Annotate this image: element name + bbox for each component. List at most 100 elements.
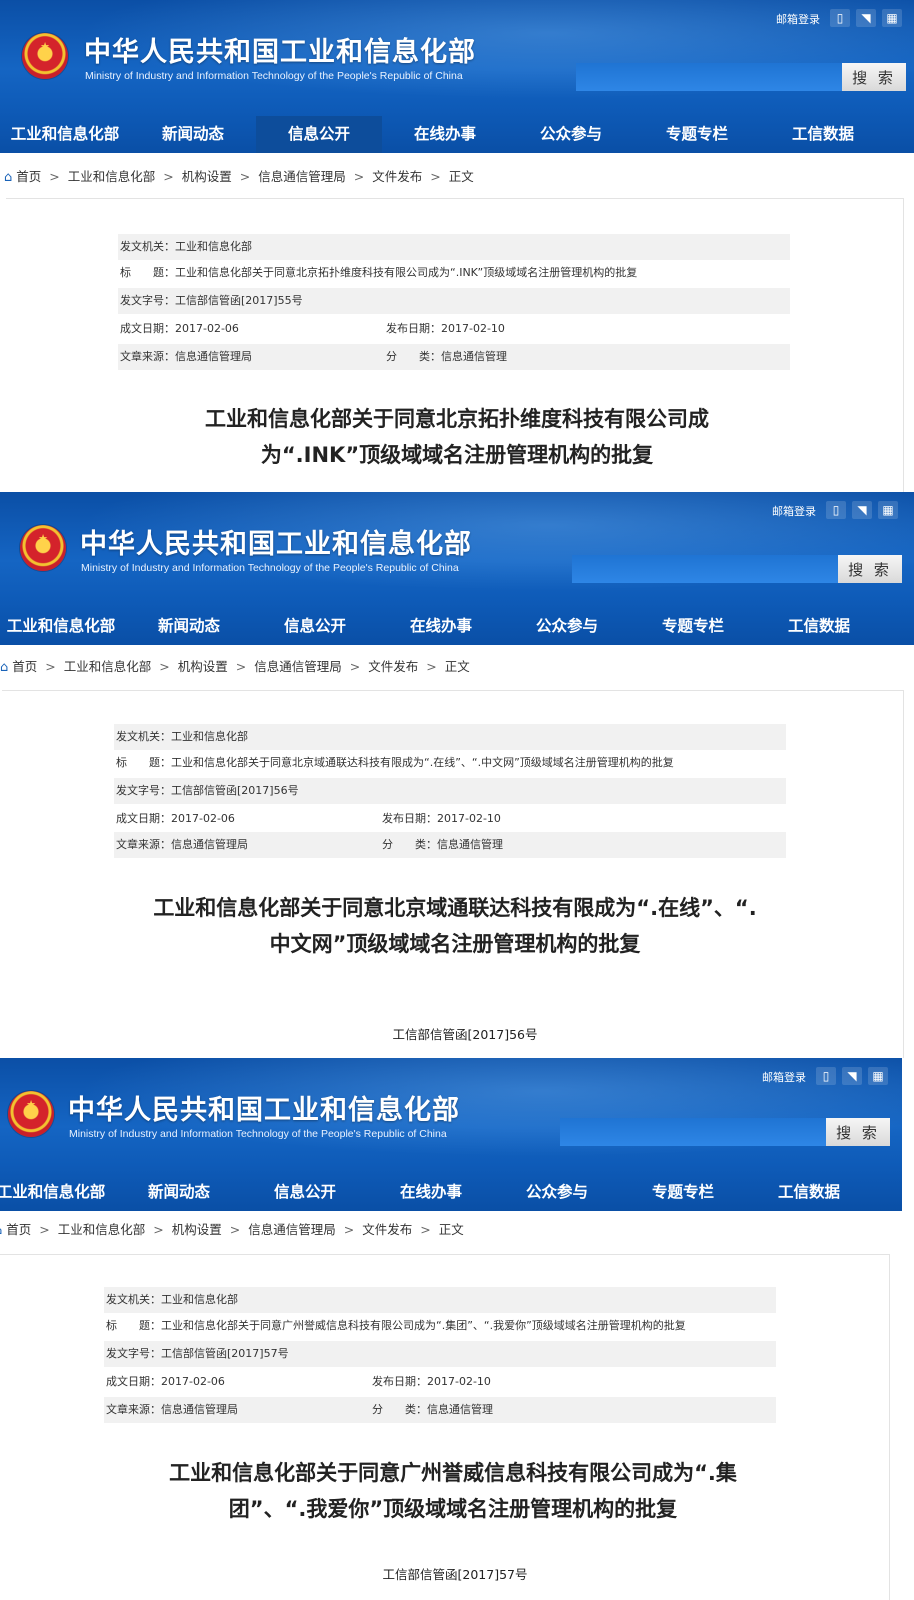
meta-docno-label: 发文字号： bbox=[106, 1347, 161, 1360]
grid-icon[interactable]: ▦ bbox=[878, 501, 898, 519]
meta-source-label: 文章来源： bbox=[106, 1403, 161, 1416]
national-emblem-icon: ★ bbox=[8, 1091, 54, 1137]
screenshot-panel-1: ★ 中华人民共和国工业和信息化部 Ministry of Industry an… bbox=[0, 0, 914, 492]
meta-issuer-value: 工业和信息化部 bbox=[171, 730, 248, 743]
meta-category-label: 分 类： bbox=[372, 1403, 427, 1416]
meta-docno-row: 发文字号：工信部信管函[2017]57号 bbox=[104, 1341, 776, 1367]
breadcrumb-bureau[interactable]: 信息通信管理局 bbox=[248, 1222, 336, 1237]
breadcrumb-docs[interactable]: 文件发布 bbox=[372, 169, 422, 184]
nav-item-data[interactable]: 工信数据 bbox=[746, 1174, 872, 1211]
search-button[interactable]: 搜 索 bbox=[842, 63, 906, 91]
meta-source-row: 文章来源：信息通信管理局 分 类：信息通信管理 bbox=[104, 1397, 776, 1423]
breadcrumb-current: 正文 bbox=[448, 169, 474, 184]
search-input[interactable] bbox=[576, 63, 842, 91]
breadcrumb-org[interactable]: 机构设置 bbox=[172, 1222, 222, 1237]
grid-icon[interactable]: ▦ bbox=[868, 1067, 888, 1085]
meta-category-label: 分 类： bbox=[386, 350, 441, 363]
mobile-icon[interactable]: ▯ bbox=[816, 1067, 836, 1085]
nav-item-news[interactable]: 新闻动态 bbox=[116, 1174, 242, 1211]
nav-item-online-services[interactable]: 在线办事 bbox=[378, 608, 504, 645]
mail-login-link[interactable]: 邮箱登录 bbox=[762, 1069, 806, 1085]
nav-item-data[interactable]: 工信数据 bbox=[760, 116, 886, 153]
site-title: 中华人民共和国工业和信息化部 bbox=[84, 37, 476, 68]
meta-title-row: 标 题：工业和信息化部关于同意广州誉威信息科技有限公司成为“.集团”、“.我爱你… bbox=[104, 1313, 776, 1339]
nav-item-special-topics[interactable]: 专题专栏 bbox=[630, 608, 756, 645]
breadcrumb-org[interactable]: 机构设置 bbox=[182, 169, 232, 184]
breadcrumb-miit[interactable]: 工业和信息化部 bbox=[58, 1222, 146, 1237]
meta-docno-label: 发文字号： bbox=[116, 784, 171, 797]
nav-item-public-participation[interactable]: 公众参与 bbox=[494, 1174, 620, 1211]
search-input[interactable] bbox=[560, 1118, 826, 1146]
meta-source-value: 信息通信管理局 bbox=[171, 838, 248, 851]
meta-published-value: 2017-02-10 bbox=[427, 1375, 491, 1388]
meta-created-value: 2017-02-06 bbox=[171, 812, 235, 825]
breadcrumb-bureau[interactable]: 信息通信管理局 bbox=[254, 659, 342, 674]
document-number: 工信部信管函[2017]56号 bbox=[392, 1027, 538, 1042]
search-input[interactable] bbox=[572, 555, 838, 583]
mail-login-link[interactable]: 邮箱登录 bbox=[772, 503, 816, 519]
meta-source-label: 文章来源： bbox=[116, 838, 171, 851]
search-button[interactable]: 搜 索 bbox=[838, 555, 902, 583]
nav-item-info-disclosure[interactable]: 信息公开 bbox=[242, 1174, 368, 1211]
article-title: 工业和信息化部关于同意北京拓扑维度科技有限公司成 为“.INK”顶级域域名注册管… bbox=[205, 407, 709, 467]
mobile-icon[interactable]: ▯ bbox=[826, 501, 846, 519]
national-emblem-icon: ★ bbox=[22, 33, 68, 79]
nav-item-special-topics[interactable]: 专题专栏 bbox=[634, 116, 760, 153]
site-header: ★ 中华人民共和国工业和信息化部 Ministry of Industry an… bbox=[0, 1058, 902, 1211]
nav-item-miit[interactable]: 工业和信息化部 bbox=[0, 608, 126, 645]
meta-title-label: 标 题： bbox=[116, 756, 171, 769]
article-title: 工业和信息化部关于同意广州誉威信息科技有限公司成为“.集 团”、“.我爱你”顶级… bbox=[169, 1461, 737, 1521]
breadcrumb-home[interactable]: 首页 bbox=[12, 659, 37, 674]
rss-icon[interactable]: ◥ bbox=[856, 9, 876, 27]
breadcrumb-miit[interactable]: 工业和信息化部 bbox=[64, 659, 152, 674]
nav-item-info-disclosure[interactable]: 信息公开 bbox=[256, 116, 382, 153]
nav-item-special-topics[interactable]: 专题专栏 bbox=[620, 1174, 746, 1211]
nav-item-public-participation[interactable]: 公众参与 bbox=[508, 116, 634, 153]
nav-item-data[interactable]: 工信数据 bbox=[756, 608, 882, 645]
nav-item-info-disclosure[interactable]: 信息公开 bbox=[252, 608, 378, 645]
meta-issuer-row: 发文机关：工业和信息化部 bbox=[104, 1287, 776, 1313]
mail-login-link[interactable]: 邮箱登录 bbox=[776, 11, 820, 27]
meta-issuer-value: 工业和信息化部 bbox=[175, 240, 252, 253]
breadcrumb-org[interactable]: 机构设置 bbox=[178, 659, 228, 674]
meta-docno-value: 工信部信管函[2017]56号 bbox=[171, 784, 299, 797]
rss-icon[interactable]: ◥ bbox=[842, 1067, 862, 1085]
screenshot-panel-3: ★ 中华人民共和国工业和信息化部 Ministry of Industry an… bbox=[0, 1058, 914, 1600]
breadcrumb-current: 正文 bbox=[444, 659, 470, 674]
nav-item-public-participation[interactable]: 公众参与 bbox=[504, 608, 630, 645]
meta-dates-row: 成文日期：2017-02-06 发布日期：2017-02-10 bbox=[104, 1369, 776, 1395]
nav-item-miit[interactable]: 工业和信息化部 bbox=[0, 116, 130, 153]
meta-issuer-label: 发文机关： bbox=[120, 240, 175, 253]
site-header: ★ 中华人民共和国工业和信息化部 Ministry of Industry an… bbox=[0, 0, 914, 153]
meta-category-value: 信息通信管理 bbox=[437, 838, 503, 851]
meta-published-value: 2017-02-10 bbox=[437, 812, 501, 825]
meta-source-row: 文章来源：信息通信管理局 分 类：信息通信管理 bbox=[114, 832, 786, 858]
meta-issuer-row: 发文机关：工业和信息化部 bbox=[118, 234, 790, 260]
breadcrumb: ⌂首页>工业和信息化部>机构设置>信息通信管理局>文件发布>正文 bbox=[4, 169, 474, 185]
nav-item-online-services[interactable]: 在线办事 bbox=[368, 1174, 494, 1211]
nav-item-news[interactable]: 新闻动态 bbox=[126, 608, 252, 645]
breadcrumb-home[interactable]: 首页 bbox=[6, 1222, 31, 1237]
site-subtitle: Ministry of Industry and Information Tec… bbox=[81, 562, 459, 574]
breadcrumb-miit[interactable]: 工业和信息化部 bbox=[68, 169, 156, 184]
breadcrumb-docs[interactable]: 文件发布 bbox=[362, 1222, 412, 1237]
search-button[interactable]: 搜 索 bbox=[826, 1118, 890, 1146]
grid-icon[interactable]: ▦ bbox=[882, 9, 902, 27]
home-icon: ⌂ bbox=[0, 1223, 2, 1238]
mobile-icon[interactable]: ▯ bbox=[830, 9, 850, 27]
article-title: 工业和信息化部关于同意北京域通联达科技有限成为“.在线”、“. 中文网”顶级域域… bbox=[153, 896, 757, 956]
meta-docno-row: 发文字号：工信部信管函[2017]56号 bbox=[114, 778, 786, 804]
breadcrumb-bureau[interactable]: 信息通信管理局 bbox=[258, 169, 346, 184]
breadcrumb-docs[interactable]: 文件发布 bbox=[368, 659, 418, 674]
home-icon: ⌂ bbox=[0, 660, 9, 675]
meta-title-value: 工业和信息化部关于同意北京拓扑维度科技有限公司成为“.INK”顶级域域名注册管理… bbox=[175, 266, 638, 279]
meta-category-value: 信息通信管理 bbox=[441, 350, 507, 363]
breadcrumb-home[interactable]: 首页 bbox=[16, 169, 41, 184]
meta-title-row: 标 题：工业和信息化部关于同意北京拓扑维度科技有限公司成为“.INK”顶级域域名… bbox=[118, 260, 790, 286]
nav-item-miit[interactable]: 工业和信息化部 bbox=[0, 1174, 116, 1211]
meta-title-label: 标 题： bbox=[120, 266, 175, 279]
rss-icon[interactable]: ◥ bbox=[852, 501, 872, 519]
nav-item-news[interactable]: 新闻动态 bbox=[130, 116, 256, 153]
meta-dates-row: 成文日期：2017-02-06 发布日期：2017-02-10 bbox=[114, 806, 786, 832]
nav-item-online-services[interactable]: 在线办事 bbox=[382, 116, 508, 153]
